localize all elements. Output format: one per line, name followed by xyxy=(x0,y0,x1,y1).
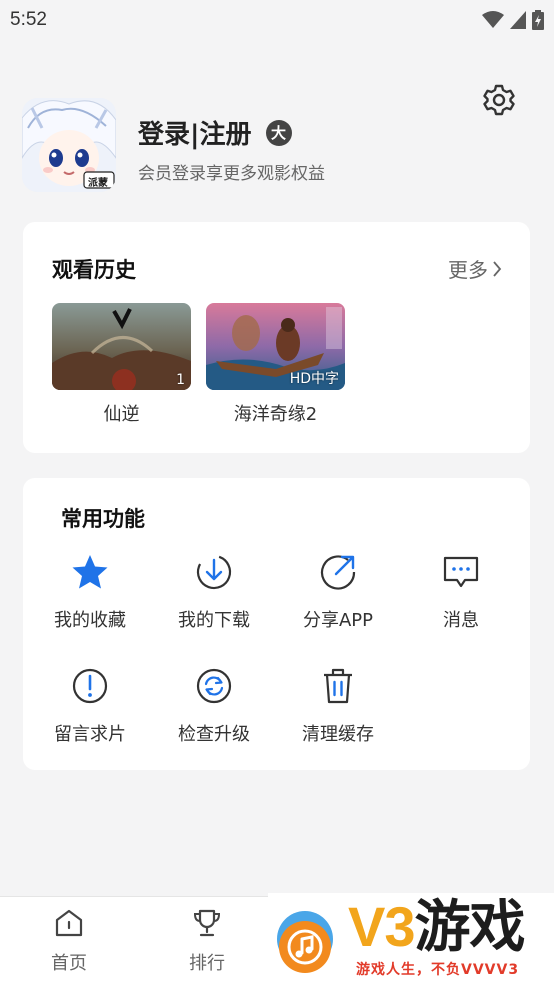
messages-label: 消息 xyxy=(443,610,479,631)
profile-text: 登录|注册 大 会员登录享更多观影权益 xyxy=(138,98,325,192)
downloads-button[interactable]: 我的下载 xyxy=(154,552,274,632)
watermark-banner: V3游戏 游戏人生，不负VVVV3 xyxy=(268,893,554,984)
favorites-button[interactable]: 我的收藏 xyxy=(30,552,150,632)
watermark-game: 游戏 xyxy=(414,895,526,958)
refresh-icon xyxy=(196,668,232,704)
login-register-link[interactable]: 登录|注册 xyxy=(138,114,252,151)
star-icon xyxy=(72,555,108,589)
status-icons xyxy=(482,10,544,30)
history-quality-badge: HD中字 xyxy=(289,371,339,387)
nav-home-label: 首页 xyxy=(51,953,87,974)
message-icon xyxy=(443,556,479,588)
trophy-icon xyxy=(193,909,221,937)
profile-header: 派蒙 登录|注册 大 会员登录享更多观影权益 xyxy=(22,98,442,192)
share-app-label: 分享APP xyxy=(302,610,374,631)
exclamation-icon xyxy=(72,668,108,704)
history-item[interactable]: HD中字 海洋奇缘2 xyxy=(206,303,345,426)
history-episode-badge: 1 xyxy=(176,372,185,388)
messages-button[interactable]: 消息 xyxy=(401,552,521,632)
watch-history-card: 观看历史 更多 1 仙逆 HD中字 海洋奇缘2 xyxy=(23,222,530,453)
login-row: 登录|注册 大 xyxy=(138,114,325,151)
favorites-label: 我的收藏 xyxy=(54,610,126,631)
share-app-button[interactable]: 分享APP xyxy=(278,552,398,632)
gear-icon xyxy=(483,84,515,116)
status-time: 5:52 xyxy=(10,9,47,30)
battery-icon xyxy=(532,10,544,30)
avatar[interactable]: 派蒙 xyxy=(22,98,116,192)
status-bar: 5:52 xyxy=(0,0,554,40)
watermark-slogan: 游戏人生，不负VVVV3 xyxy=(356,962,520,978)
nav-ranking[interactable]: 排行 xyxy=(167,907,247,975)
vip-badge-icon: 大 xyxy=(265,119,292,146)
avatar-tag: 派蒙 xyxy=(88,178,108,189)
common-functions-card: 常用功能 我的收藏 我的下载 分享APP 消息 留言求片 检查升级 清理缓存 xyxy=(23,478,530,770)
profile-subtitle: 会员登录享更多观影权益 xyxy=(138,164,325,184)
download-icon xyxy=(196,554,232,590)
watermark-brand: V3游戏 xyxy=(348,895,526,959)
check-update-label: 检查升级 xyxy=(178,724,250,745)
check-update-button[interactable]: 检查升级 xyxy=(154,666,274,746)
trash-icon xyxy=(324,668,352,704)
clear-cache-button[interactable]: 清理缓存 xyxy=(278,666,398,746)
settings-button[interactable] xyxy=(482,83,516,117)
request-movie-label: 留言求片 xyxy=(54,724,126,745)
chevron-right-icon xyxy=(493,260,502,277)
functions-title: 常用功能 xyxy=(61,507,145,531)
history-title: 观看历史 xyxy=(52,258,136,282)
history-thumbnail: HD中字 xyxy=(206,303,345,390)
history-item[interactable]: 1 仙逆 xyxy=(52,303,191,426)
watermark-v3: V3 xyxy=(348,895,415,958)
signal-icon xyxy=(510,11,526,29)
history-thumbnail: 1 xyxy=(52,303,191,390)
share-icon xyxy=(320,555,356,590)
more-label: 更多 xyxy=(448,258,488,282)
wifi-icon xyxy=(482,11,504,28)
watermark-logo-icon xyxy=(277,911,333,973)
request-movie-button[interactable]: 留言求片 xyxy=(30,666,150,746)
history-item-title: 海洋奇缘2 xyxy=(233,404,318,425)
clear-cache-label: 清理缓存 xyxy=(302,724,374,745)
home-icon xyxy=(55,909,83,937)
downloads-label: 我的下载 xyxy=(178,610,250,631)
history-item-title: 仙逆 xyxy=(103,404,140,425)
history-more-link[interactable]: 更多 xyxy=(448,254,502,283)
nav-ranking-label: 排行 xyxy=(189,953,225,974)
nav-home[interactable]: 首页 xyxy=(29,907,109,975)
